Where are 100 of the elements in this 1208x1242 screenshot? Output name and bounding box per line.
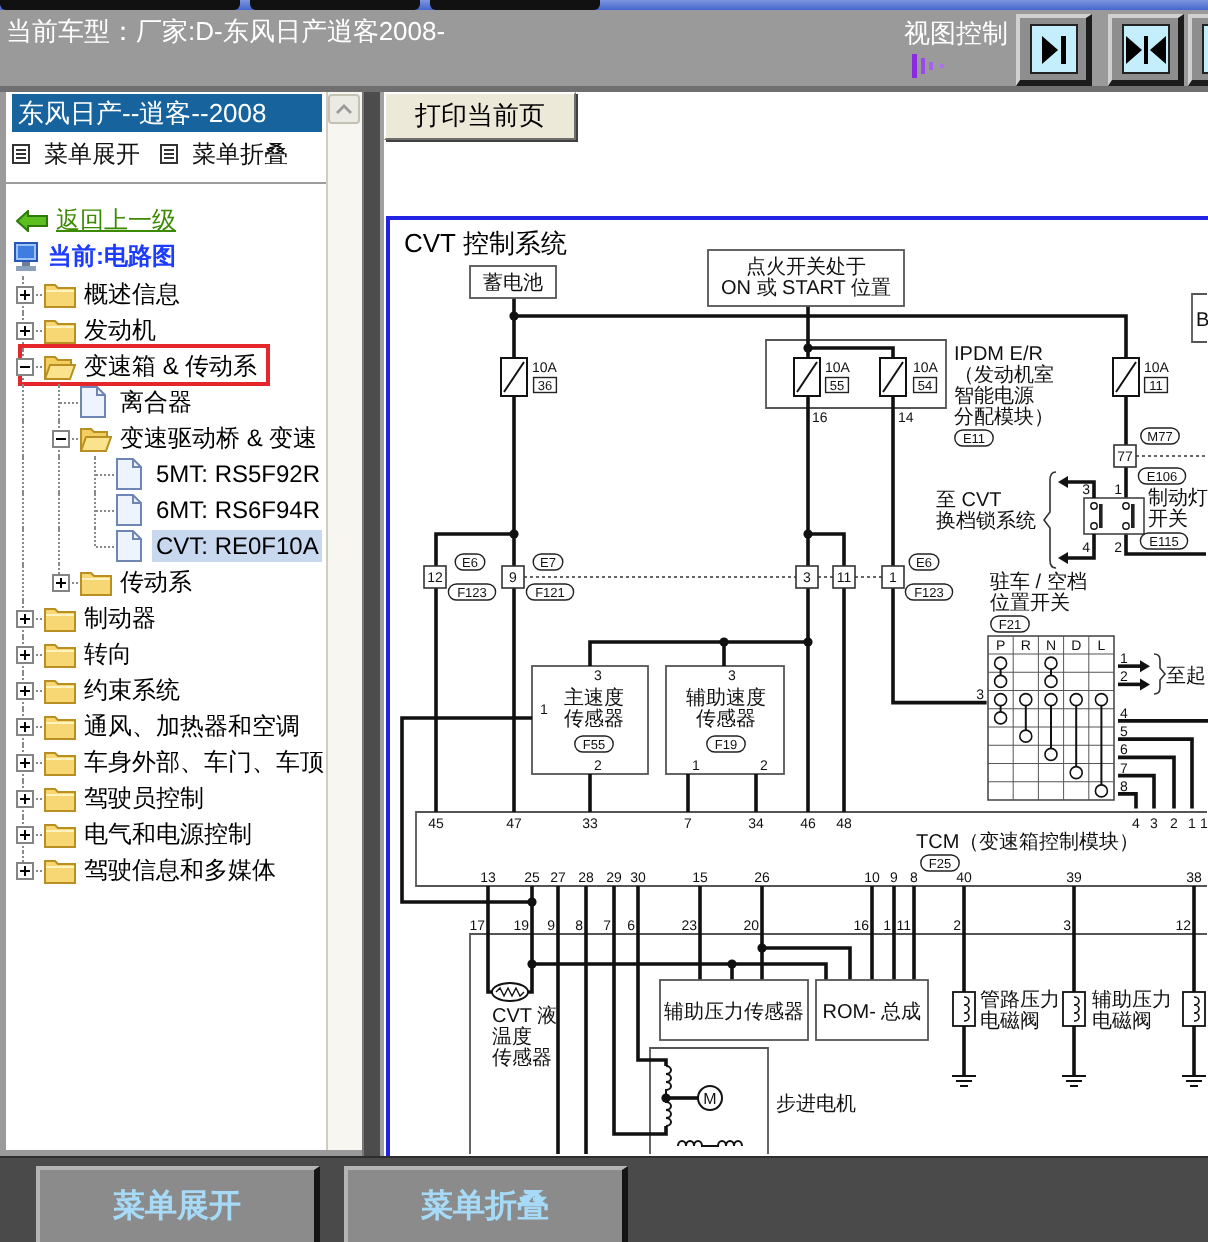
component-label: 驻车 / 空档 位置开关 (990, 572, 1087, 615)
component-label: 至 CVT 换档锁系统 (936, 490, 1036, 533)
expand-icon[interactable] (15, 321, 33, 339)
arrow-to-bar-icon (1041, 35, 1065, 63)
wire (1124, 467, 1128, 498)
junction-dot (803, 529, 813, 539)
back-arrow-icon (16, 209, 48, 231)
tree-item[interactable]: 制动器 (80, 602, 160, 634)
solenoid-symbol (1182, 991, 1206, 1027)
expand-icon[interactable] (15, 825, 33, 843)
component-label: TCM（变速箱控制模块） (916, 832, 1140, 854)
tree-item[interactable]: 离合器 (116, 386, 196, 418)
thermistor-symbol (491, 982, 529, 1002)
contact-circle (1019, 729, 1033, 743)
junction-dot (527, 959, 537, 969)
component-node: 点火开关处于 ON 或 START 位置 (707, 249, 905, 307)
contact-circle (1044, 674, 1058, 689)
junction-dot (527, 897, 537, 907)
view-control-label: 视图控制 (904, 20, 1008, 48)
wire (962, 1026, 966, 1076)
expand-icon[interactable] (51, 573, 69, 591)
component-box (531, 665, 649, 775)
view-toggle-button[interactable] (1016, 14, 1092, 86)
wire-bundle (1118, 719, 1208, 809)
menu-action[interactable]: 菜单展开 (12, 137, 140, 171)
tree-item[interactable]: 驾驶员控制 (80, 782, 208, 814)
wire (1072, 1026, 1076, 1076)
tree-item[interactable]: 电气和电源控制 (80, 818, 256, 850)
collapse-icon[interactable] (15, 357, 33, 375)
folder-icon (44, 281, 76, 307)
contact-circle (993, 656, 1008, 670)
collapse-icon[interactable] (51, 429, 69, 447)
folder-icon (44, 713, 76, 739)
component-label: 制动灯 开关 (1148, 488, 1208, 531)
expand-icon[interactable] (15, 609, 33, 627)
contact-circle (1019, 692, 1033, 707)
contact-circle (1094, 784, 1109, 798)
folder-icon (44, 317, 76, 343)
component-label: 至起 (1166, 666, 1206, 688)
tree-item[interactable]: CVT: RE0F10A (152, 530, 323, 562)
arrows-inward-icon (1125, 35, 1165, 63)
coil-symbol (677, 1140, 743, 1147)
wire (1135, 455, 1207, 457)
tree-item[interactable]: 概述信息 (80, 278, 184, 310)
tree-item[interactable]: 转向 (80, 638, 136, 670)
tree-item[interactable]: 通风、加热器和空调 (80, 710, 304, 742)
component-label: 主速度 传感器 (564, 688, 624, 731)
junction-dot (661, 1093, 671, 1103)
contact-circle (993, 711, 1008, 725)
tree-item[interactable]: 车身外部、车门、车顶 (80, 746, 326, 778)
expand-icon[interactable] (15, 789, 33, 807)
contact-circle (1069, 692, 1083, 707)
expand-icon[interactable] (15, 285, 33, 303)
diagram-title: CVT 控制系统 (404, 228, 567, 258)
contact-circle (1094, 692, 1109, 707)
back-link[interactable]: 返回上一级 (16, 203, 176, 237)
print-button[interactable]: 打印当前页 (384, 92, 576, 140)
brace (1153, 653, 1166, 695)
tree-item[interactable]: 变速驱动桥 & 变速 (116, 422, 322, 454)
switch-symbol (1083, 497, 1145, 535)
folder-icon (44, 749, 76, 775)
component-node: 蓄电池 (469, 265, 557, 299)
document-icon (116, 530, 142, 562)
menu-action[interactable]: 菜单折叠 (160, 137, 288, 171)
tree-item[interactable]: 5MT: RS5F92R (152, 458, 325, 490)
component-label: B (1196, 310, 1208, 332)
model-item[interactable]: 东风日产--逍客--2008 (12, 94, 322, 132)
component-label: 步进电机 (776, 1094, 856, 1116)
wire (686, 774, 690, 812)
tree-item[interactable]: 约束系统 (80, 674, 184, 706)
fuse-symbol (879, 357, 907, 397)
motor-symbol: M (697, 1085, 723, 1111)
expand-icon[interactable] (15, 717, 33, 735)
fuse-symbol (793, 357, 821, 397)
document-icon (80, 386, 106, 418)
computer-icon (14, 242, 38, 272)
expand-icon[interactable] (15, 681, 33, 699)
solenoid-symbol (952, 991, 976, 1027)
junction-dot (719, 637, 729, 647)
tree-item[interactable]: 传动系 (116, 566, 196, 598)
tree-item[interactable]: 驾驶信息和多媒体 (80, 854, 280, 886)
wire (817, 576, 834, 578)
expand-icon[interactable] (15, 753, 33, 771)
contact-circle (1069, 765, 1083, 780)
component-box (665, 665, 785, 775)
tree-item[interactable]: 发动机 (80, 314, 160, 346)
tree-item[interactable]: 6MT: RS6F94R (152, 494, 325, 526)
open-folder-icon (44, 353, 76, 379)
expand-icon[interactable] (15, 645, 33, 663)
wire (754, 774, 758, 812)
list-box-icon (12, 144, 30, 164)
contact-circle (1044, 747, 1058, 762)
view-toggle-button[interactable] (1108, 14, 1184, 86)
tree-item[interactable]: 变速箱 & 传动系 (80, 350, 262, 382)
junction-dot (509, 311, 519, 321)
junction-dot (757, 943, 767, 953)
expand-icon[interactable] (15, 861, 33, 879)
contact-circle (993, 674, 1008, 689)
arrow (1058, 476, 1096, 498)
arrow (1118, 678, 1150, 691)
